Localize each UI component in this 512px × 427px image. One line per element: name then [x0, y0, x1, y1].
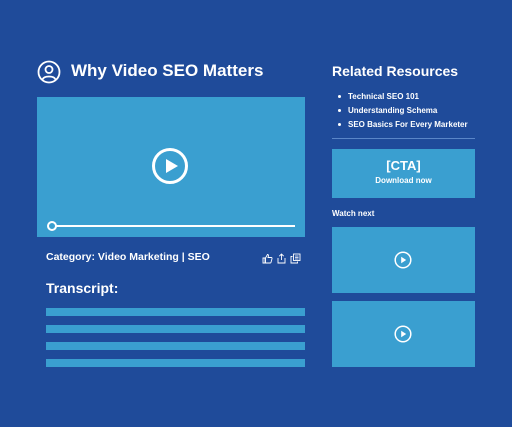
cta-subtitle: Download now [375, 176, 432, 185]
share-icon[interactable] [276, 251, 287, 264]
related-resources-heading: Related Resources [332, 63, 459, 79]
play-circle-icon[interactable] [151, 147, 189, 185]
watch-next-video[interactable] [332, 227, 475, 293]
related-resources-list: Technical SEO 101 Understanding Schema S… [338, 90, 468, 132]
thumbs-up-icon[interactable] [262, 251, 273, 264]
page-title: Why Video SEO Matters [71, 61, 264, 80]
transcript-line [46, 359, 305, 367]
play-circle-icon[interactable] [394, 251, 412, 269]
play-circle-icon[interactable] [394, 325, 412, 343]
cta-title: [CTA] [386, 158, 421, 173]
user-circle-icon[interactable] [37, 60, 61, 84]
copy-icon[interactable] [290, 251, 301, 264]
transcript-line [46, 342, 305, 350]
transcript-line [46, 325, 305, 333]
watch-next-video[interactable] [332, 301, 475, 367]
progress-bar[interactable] [53, 225, 295, 227]
action-icons [262, 251, 302, 264]
related-link[interactable]: SEO Basics For Every Marketer [338, 118, 468, 132]
progress-handle[interactable] [47, 221, 57, 231]
transcript-line [46, 308, 305, 316]
divider [332, 138, 475, 139]
video-player[interactable] [37, 97, 305, 237]
watch-next-label: Watch next [332, 209, 375, 218]
transcript-heading: Transcript: [46, 280, 119, 296]
cta-button[interactable]: [CTA] Download now [332, 149, 475, 198]
related-link[interactable]: Technical SEO 101 [338, 90, 468, 104]
category-label: Category: Video Marketing | SEO [46, 251, 210, 263]
related-link[interactable]: Understanding Schema [338, 104, 468, 118]
